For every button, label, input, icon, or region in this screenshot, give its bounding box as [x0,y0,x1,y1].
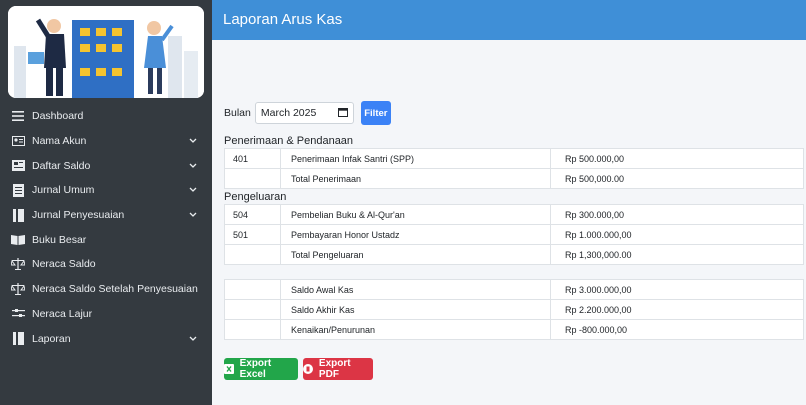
sidebar-item-dashboard[interactable]: Dashboard [0,104,212,129]
penerimaan-table: 401 Penerimaan Infak Santri (SPP) Rp 500… [224,148,804,189]
sidebar-item-label: Dashboard [32,110,84,123]
table-row: Kenaikan/Penurunan Rp -800.000,00 [224,319,804,340]
export-excel-button[interactable]: Export Excel [224,358,298,380]
amount: Rp 500.000,00 [550,148,804,169]
month-input[interactable]: March 2025 [254,102,354,124]
scale-icon [11,257,25,271]
pdf-file-icon [303,364,314,375]
sidebar-item-label: Neraca Saldo Setelah Penyesuaian [32,283,198,296]
sidebar-item-jurnal-penyesuaian[interactable]: Jurnal Penyesuaian [0,203,212,228]
summary-amount: Rp -800.000,00 [550,319,804,340]
amount: Rp 300.000,00 [550,204,804,225]
account-name: Penerimaan Infak Santri (SPP) [280,148,551,169]
total-amount: Rp 500,000.00 [550,168,804,189]
open-book-icon [11,233,25,247]
page-title: Laporan Arus Kas [223,11,343,28]
export-excel-label: Export Excel [239,358,272,380]
sidebar-item-daftar-saldo[interactable]: Daftar Saldo [0,153,212,178]
summary-amount: Rp 2.200.000,00 [550,299,804,320]
filter-form: Bulan March 2025 Filter [224,101,391,125]
table-row-total: Total Pengeluaran Rp 1,300,000.00 [224,244,804,265]
sidebar-item-neraca-lajur[interactable]: Neraca Lajur [0,302,212,327]
logo-illustration [8,6,204,98]
sidebar-item-label: Buku Besar [32,233,87,246]
sidebar-item-neraca-saldo[interactable]: Neraca Saldo [0,252,212,277]
main-content: Bulan March 2025 Filter Penerimaan & Pen… [212,40,806,405]
table-row: Saldo Awal Kas Rp 3.000.000,00 [224,279,804,300]
total-label: Total Penerimaan [280,168,551,189]
list-card-icon [11,159,25,173]
calendar-icon[interactable] [337,107,348,120]
pengeluaran-table: 504 Pembelian Buku & Al-Qur'an Rp 300.00… [224,204,804,265]
account-code: 401 [224,148,281,169]
sidebar-menu: Dashboard Nama Akun Daftar Saldo Jurnal … [0,104,212,351]
book-icon [11,183,25,197]
sliders-icon [11,307,25,321]
page-header: Laporan Arus Kas [212,0,806,40]
filter-button[interactable]: Filter [360,101,391,125]
account-name: Pembelian Buku & Al-Qur'an [280,204,551,225]
sidebar-item-nama-akun[interactable]: Nama Akun [0,129,212,154]
book-icon [11,208,25,222]
sidebar-item-label: Neraca Lajur [32,307,93,320]
chevron-down-icon [188,185,198,195]
chevron-down-icon [188,161,198,171]
menu-icon [11,109,25,123]
chevron-down-icon [188,334,198,344]
summary-table: Saldo Awal Kas Rp 3.000.000,00 Saldo Akh… [224,279,804,340]
sidebar-item-label: Jurnal Penyesuaian [32,209,125,222]
account-code: 504 [224,204,281,225]
month-label: Bulan [224,107,251,119]
table-row: 504 Pembelian Buku & Al-Qur'an Rp 300.00… [224,204,804,225]
sidebar-item-neraca-saldo-setelah-penyesuaian[interactable]: Neraca Saldo Setelah Penyesuaian [0,277,212,302]
sidebar-item-label: Jurnal Umum [32,184,95,197]
table-row: 501 Pembayaran Honor Ustadz Rp 1.000.000… [224,224,804,245]
book-icon [11,332,25,346]
scale-icon [11,282,25,296]
total-label: Total Pengeluaran [280,244,551,265]
export-pdf-label: Export PDF [318,358,351,380]
summary-label: Saldo Awal Kas [280,279,551,300]
table-row: 401 Penerimaan Infak Santri (SPP) Rp 500… [224,148,804,169]
table-row: Saldo Akhir Kas Rp 2.200.000,00 [224,299,804,320]
sidebar-item-label: Nama Akun [32,135,87,148]
section-title-pengeluaran: Pengeluaran [224,191,287,203]
amount: Rp 1.000.000,00 [550,224,804,245]
sidebar-item-buku-besar[interactable]: Buku Besar [0,227,212,252]
excel-file-icon [224,364,235,375]
account-code: 501 [224,224,281,245]
sidebar-item-label: Neraca Saldo [32,258,96,271]
account-name: Pembayaran Honor Ustadz [280,224,551,245]
export-pdf-button[interactable]: Export PDF [303,358,373,380]
summary-label: Kenaikan/Penurunan [280,319,551,340]
month-value: March 2025 [260,107,317,119]
sidebar-item-label: Daftar Saldo [32,159,91,172]
export-actions: Export Excel Export PDF [224,358,373,380]
summary-amount: Rp 3.000.000,00 [550,279,804,300]
sidebar-item-label: Laporan [32,332,71,345]
sidebar-item-laporan[interactable]: Laporan [0,326,212,351]
sidebar-item-jurnal-umum[interactable]: Jurnal Umum [0,178,212,203]
chevron-down-icon [188,136,198,146]
summary-label: Saldo Akhir Kas [280,299,551,320]
table-row-total: Total Penerimaan Rp 500,000.00 [224,168,804,189]
sidebar: Dashboard Nama Akun Daftar Saldo Jurnal … [0,0,212,405]
total-amount: Rp 1,300,000.00 [550,244,804,265]
chevron-down-icon [188,210,198,220]
section-title-penerimaan: Penerimaan & Pendanaan [224,135,354,147]
id-card-icon [11,134,25,148]
